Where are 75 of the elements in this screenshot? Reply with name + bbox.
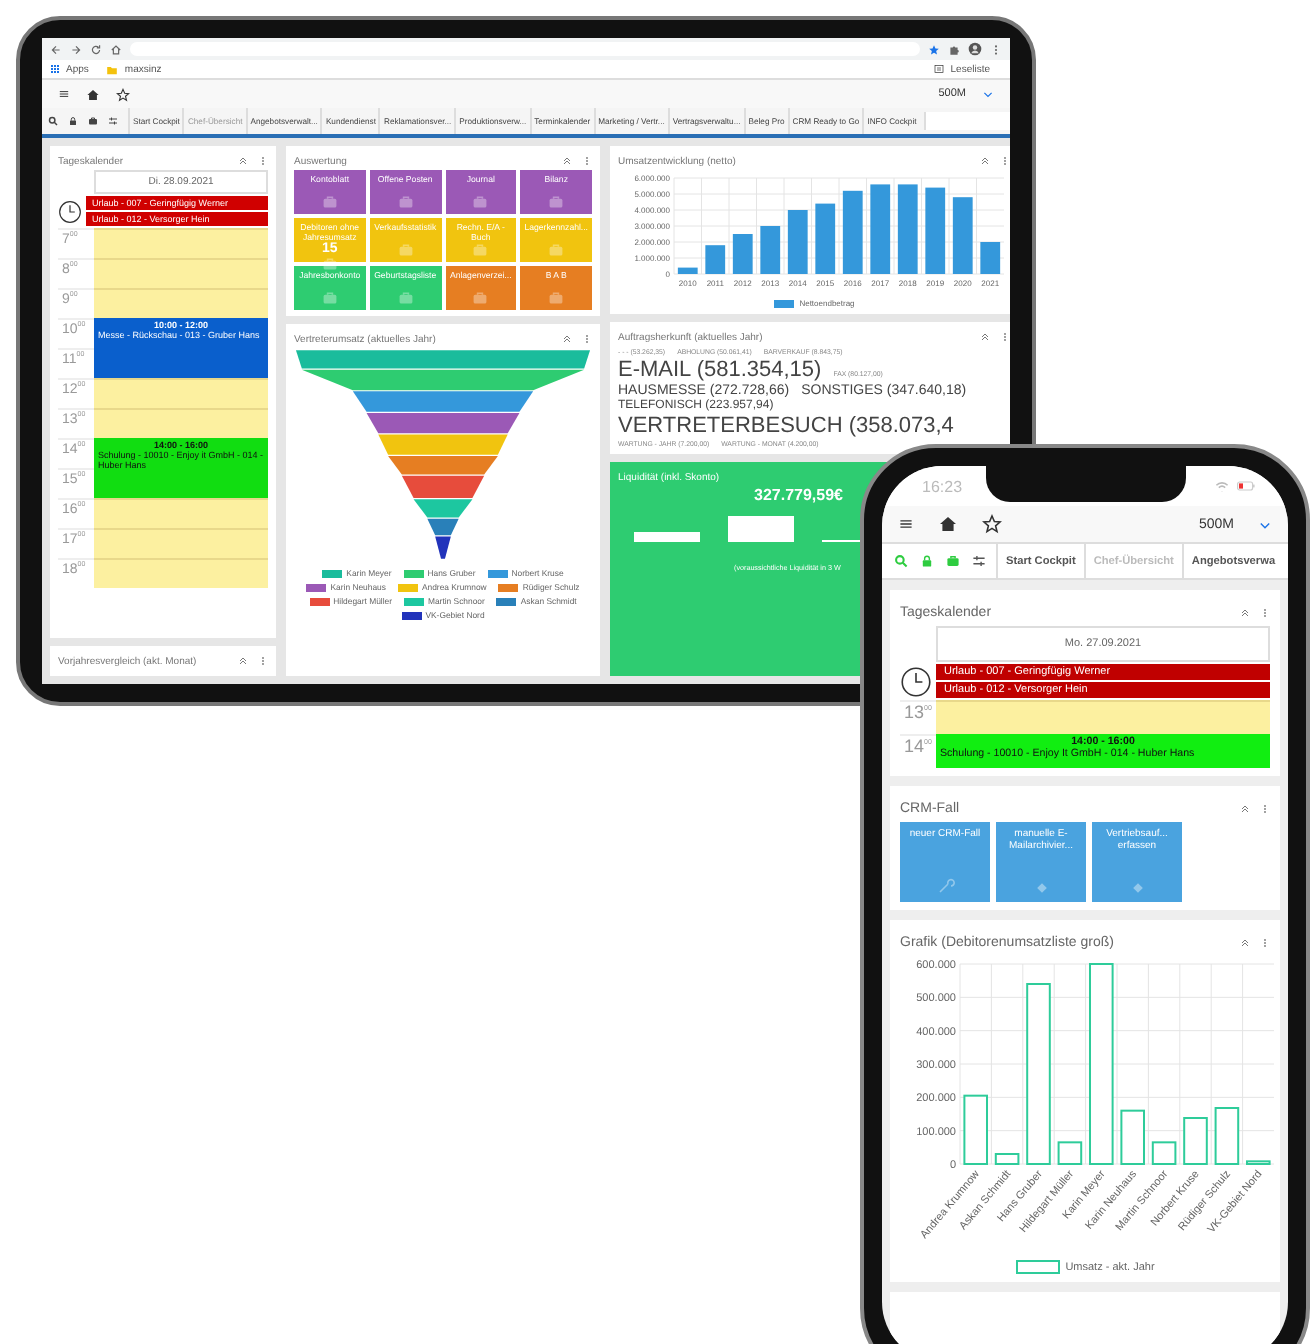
- bar: [760, 226, 781, 274]
- bar: [677, 267, 698, 274]
- bar: [870, 184, 891, 274]
- star-icon[interactable]: [982, 514, 1002, 535]
- sliders-icon[interactable]: [108, 116, 118, 126]
- bar: [963, 1094, 988, 1165]
- bar: [1183, 1117, 1208, 1165]
- clock-icon: [900, 665, 932, 697]
- briefcase-icon: [397, 242, 414, 258]
- lock-icon[interactable]: [68, 116, 78, 126]
- collapse-icon[interactable]: [562, 334, 572, 344]
- star-icon[interactable]: [116, 87, 130, 101]
- wifi-icon: [1214, 478, 1230, 494]
- sliders-icon[interactable]: [972, 554, 986, 569]
- avatar-icon[interactable]: [968, 42, 982, 56]
- reading-list-icon[interactable]: [934, 64, 945, 74]
- home-icon[interactable]: [110, 43, 122, 55]
- briefcase-icon: [548, 290, 565, 306]
- diamond-icon: [1129, 880, 1145, 896]
- diamond-icon: [1033, 880, 1049, 896]
- chevron-down-icon[interactable]: [1258, 517, 1272, 532]
- bar: [1120, 1109, 1145, 1165]
- collapse-icon[interactable]: [1240, 607, 1250, 617]
- bar: [842, 190, 863, 274]
- collapse-icon[interactable]: [238, 156, 248, 166]
- menu-icon[interactable]: [58, 88, 70, 100]
- briefcase-icon: [321, 194, 338, 210]
- status-time: 16:23: [922, 477, 963, 495]
- menu-icon[interactable]: [898, 516, 914, 533]
- bar: [1057, 1141, 1083, 1165]
- back-arrow-icon[interactable]: [50, 43, 62, 55]
- origin-value: E-MAIL (581.354,15): [618, 358, 822, 382]
- briefcase-icon: [397, 194, 414, 210]
- collapse-icon[interactable]: [980, 156, 990, 166]
- bar: [1214, 1107, 1240, 1165]
- briefcase-icon: [548, 194, 565, 210]
- wrench-icon: [935, 876, 955, 896]
- bar: [1151, 1141, 1177, 1165]
- reload-icon[interactable]: [90, 43, 102, 55]
- puzzle-icon[interactable]: [948, 43, 960, 55]
- tab-search-field[interactable]: [923, 112, 1010, 130]
- briefcase-icon: [548, 242, 565, 258]
- briefcase-icon: [321, 290, 338, 306]
- search-icon[interactable]: [48, 116, 58, 126]
- battery-icon: [1236, 476, 1256, 496]
- briefcase-icon[interactable]: [88, 116, 98, 126]
- collapse-icon[interactable]: [1240, 937, 1250, 947]
- briefcase-icon: [397, 290, 414, 306]
- bar: [705, 245, 726, 274]
- chevron-down-icon[interactable]: [982, 88, 994, 100]
- legend-swatch: [1015, 1260, 1060, 1274]
- bar: [952, 197, 973, 274]
- bar: [815, 203, 836, 274]
- bar: [787, 210, 808, 274]
- bar: [925, 187, 946, 274]
- bar: [732, 234, 753, 274]
- bar: [1246, 1160, 1271, 1165]
- forward-arrow-icon[interactable]: [70, 43, 82, 55]
- legend-swatch: [773, 299, 794, 307]
- briefcase-icon: [472, 194, 489, 210]
- origin-value: VERTRETERBESUCH (358.073,4: [618, 414, 954, 438]
- home-icon[interactable]: [86, 87, 100, 101]
- home-icon[interactable]: [938, 514, 958, 535]
- collapse-icon[interactable]: [980, 332, 990, 342]
- briefcase-icon: [472, 290, 489, 306]
- briefcase-icon: [472, 242, 489, 258]
- bar: [980, 242, 1001, 274]
- collapse-icon[interactable]: [562, 156, 572, 166]
- star-icon[interactable]: [928, 43, 940, 55]
- collapse-icon[interactable]: [1240, 803, 1250, 813]
- clock-icon: [58, 199, 82, 223]
- bar: [994, 1153, 1020, 1165]
- liquidity-amount: 327.779,59€: [754, 486, 843, 504]
- bar: [897, 184, 918, 274]
- collapse-icon[interactable]: [238, 656, 248, 666]
